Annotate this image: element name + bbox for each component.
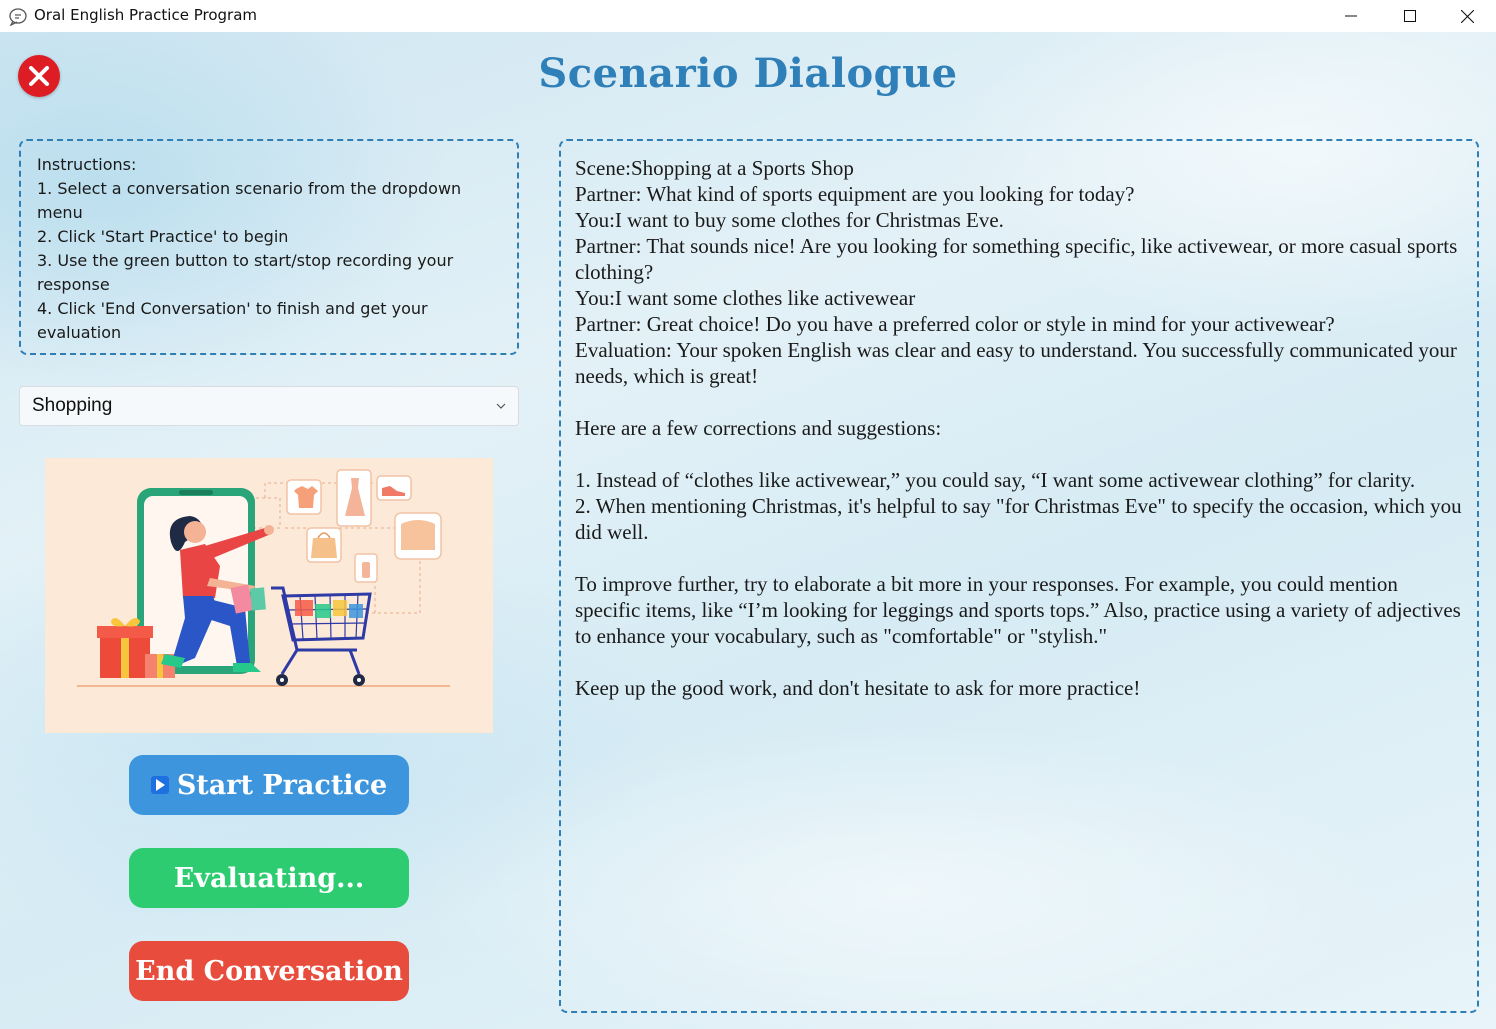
dialogue-line: You:I want to buy some clothes for Chris… (575, 208, 1004, 232)
start-practice-button[interactable]: Start Practice (129, 755, 409, 815)
dialogue-line: Partner: Great choice! Do you have a pre… (575, 312, 1335, 336)
page-title: Scenario Dialogue (538, 50, 958, 97)
dialogue-line: 2. When mentioning Christmas, it's helpf… (575, 494, 1462, 544)
minimize-button[interactable] (1322, 0, 1380, 32)
maximize-button[interactable] (1381, 0, 1439, 32)
play-icon (150, 776, 169, 794)
start-practice-label: Start Practice (176, 769, 388, 801)
dialogue-line: Partner: What kind of sports equipment a… (575, 182, 1135, 206)
shopping-illustration (45, 458, 493, 733)
instruction-step: 2. Click 'Start Practice' to begin (37, 227, 289, 246)
maximize-icon (1404, 10, 1416, 22)
close-circle-icon (29, 66, 49, 86)
main-window: Scenario Dialogue Instructions: 1. Selec… (0, 32, 1496, 1029)
dialogue-line: 1. Instead of “clothes like activewear,”… (575, 468, 1416, 492)
dialogue-blank-line (575, 649, 1463, 675)
dialogue-line: Keep up the good work, and don't hesitat… (575, 676, 1141, 700)
end-conversation-label: End Conversation (135, 955, 403, 987)
dialogue-line: You:I want some clothes like activewear (575, 286, 916, 310)
dialogue-panel[interactable]: Scene:Shopping at a Sports Shop Partner:… (559, 139, 1479, 1013)
back-close-button[interactable] (18, 55, 60, 97)
dialogue-line: Here are a few corrections and suggestio… (575, 416, 942, 440)
scenario-selected-value: Shopping (32, 395, 113, 416)
evaluating-label: Evaluating... (173, 862, 365, 894)
dialogue-blank-line (575, 441, 1463, 467)
minimize-icon (1345, 15, 1357, 17)
instructions-heading: Instructions: (37, 155, 137, 174)
title-bar: Oral English Practice Program (0, 0, 1496, 32)
dialogue-line: Partner: That sounds nice! Are you looki… (575, 234, 1458, 284)
window-title: Oral English Practice Program (34, 6, 258, 24)
instructions-panel: Instructions: 1. Select a conversation s… (19, 139, 519, 355)
dialogue-line: To improve further, try to elaborate a b… (575, 572, 1461, 648)
instruction-step: 4. Click 'End Conversation' to finish an… (37, 299, 428, 342)
close-icon (1460, 9, 1474, 23)
close-window-button[interactable] (1438, 0, 1496, 32)
chat-bubble-icon (8, 6, 28, 27)
evaluating-button[interactable]: Evaluating... (129, 848, 409, 908)
chevron-down-icon (496, 403, 506, 409)
dialogue-blank-line (575, 545, 1463, 571)
end-conversation-button[interactable]: End Conversation (129, 941, 409, 1001)
instruction-step: 1. Select a conversation scenario from t… (37, 179, 462, 222)
dialogue-line: Scene:Shopping at a Sports Shop (575, 156, 854, 180)
scenario-dropdown[interactable]: Shopping (19, 386, 519, 426)
dialogue-blank-line (575, 389, 1463, 415)
instruction-step: 3. Use the green button to start/stop re… (37, 251, 454, 294)
dialogue-line: Evaluation: Your spoken English was clea… (575, 338, 1457, 388)
